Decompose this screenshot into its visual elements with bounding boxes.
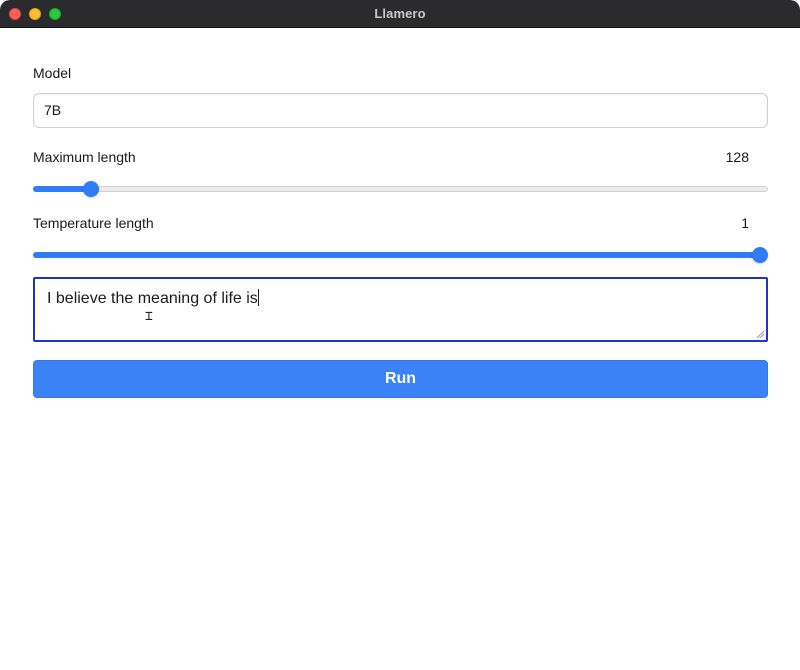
temperature-length-value: 1 <box>741 215 749 231</box>
ibeam-cursor-icon: ⌶ <box>145 309 153 324</box>
maximum-length-value: 128 <box>725 149 749 165</box>
temperature-length-slider[interactable] <box>33 247 768 263</box>
maximum-length-slider-thumb[interactable] <box>83 181 100 197</box>
model-label: Model <box>33 65 72 81</box>
maximum-length-slider-track[interactable] <box>33 186 768 192</box>
temperature-length-slider-thumb[interactable] <box>752 247 768 263</box>
text-caret <box>257 289 259 306</box>
model-input[interactable]: 7B <box>33 93 768 128</box>
app-window: Llamero Model 7B Maximum length 128 Temp… <box>0 0 800 670</box>
prompt-text: I believe the meaning of life is <box>47 290 258 307</box>
maximum-length-label: Maximum length <box>33 149 136 165</box>
window-title: Llamero <box>374 6 426 21</box>
temperature-length-label: Temperature length <box>33 215 154 231</box>
temperature-length-slider-fill <box>33 252 760 258</box>
prompt-textarea[interactable]: I believe the meaning of life is <box>33 277 768 342</box>
main-content: Model 7B Maximum length 128 Temperature … <box>0 28 800 670</box>
maximum-length-slider[interactable] <box>33 181 768 197</box>
run-button[interactable]: Run <box>33 360 768 398</box>
title-bar[interactable]: Llamero <box>0 0 800 28</box>
resize-grip-icon[interactable] <box>756 330 764 338</box>
